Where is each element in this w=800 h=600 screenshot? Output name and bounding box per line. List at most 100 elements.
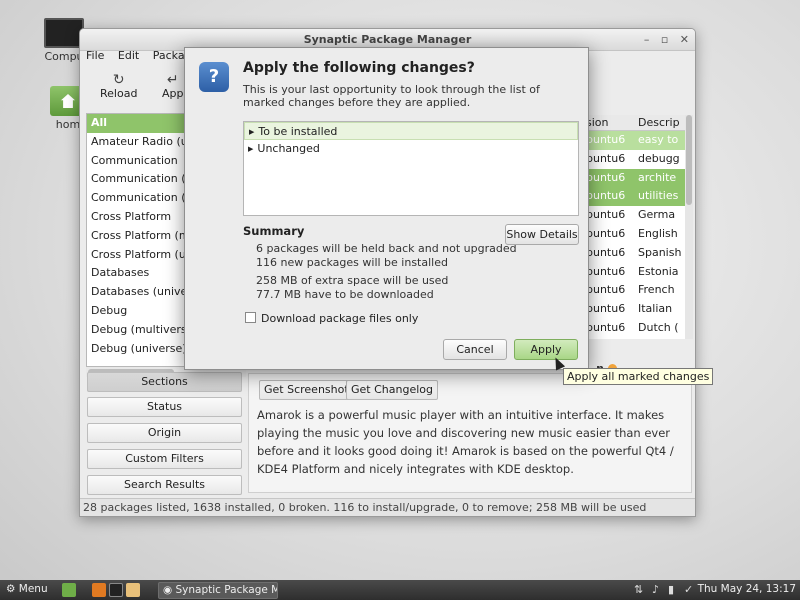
cell-version: buntu6 (586, 264, 626, 278)
changes-tree[interactable]: ▶ To be installed ▶ Unchanged (243, 121, 579, 216)
package-description: Amarok is a powerful music player with a… (257, 408, 674, 476)
computer-icon (44, 18, 84, 48)
menu-button[interactable]: ⚙ Menu (6, 583, 48, 595)
change-group-unchanged[interactable]: ▶ Unchanged (244, 140, 578, 158)
table-row[interactable]: buntu6 Italian (584, 300, 690, 319)
package-details: n Get Screenshot Get Changelog Amarok is… (248, 362, 692, 493)
apply-button[interactable]: Apply (514, 339, 578, 360)
minimize-icon[interactable]: – (644, 33, 650, 46)
cell-version: buntu6 (586, 302, 626, 316)
column-version[interactable]: sion (586, 116, 609, 129)
apply-toolbar-label: App (162, 87, 184, 100)
table-row[interactable]: buntu6 Spanish (584, 244, 690, 263)
get-changelog-button[interactable]: Get Changelog (346, 380, 438, 400)
summary-line: 77.7 MB have to be downloaded (256, 288, 434, 301)
cell-description: Italian (638, 302, 673, 316)
file-manager-icon[interactable] (126, 583, 140, 597)
download-only-checkbox[interactable]: Download package files only (245, 312, 418, 325)
filter-button[interactable]: Sections (87, 372, 242, 392)
package-list[interactable]: sion Descrip buntu6 easy to buntu6 debugg bu… (584, 115, 690, 339)
synaptic-icon: ◉ (163, 584, 173, 596)
scrollbar-thumb[interactable] (686, 115, 692, 205)
cell-version: buntu6 (586, 283, 626, 297)
volume-icon[interactable]: ♪ (652, 583, 659, 596)
change-group-to-be-installed[interactable]: ▶ To be installed (244, 122, 578, 140)
cell-description: Spanish (638, 245, 682, 259)
apply-tooltip: Apply all marked changes (563, 368, 714, 385)
table-row[interactable]: buntu6 utilities (584, 187, 690, 207)
checkbox-label: Download package files only (261, 312, 419, 325)
menu-file[interactable]: File (86, 49, 104, 62)
battery-icon[interactable]: ▮ (668, 583, 674, 596)
reload-label: Reload (100, 87, 138, 100)
table-row[interactable]: buntu6 easy to (584, 131, 690, 150)
apply-toolbar-button[interactable]: ↵ App (162, 73, 184, 100)
summary-line: 116 new packages will be installed (256, 256, 448, 269)
terminal-icon[interactable] (109, 583, 123, 597)
expand-triangle-icon[interactable]: ▶ (248, 145, 253, 153)
dialog-description: This is your last opportunity to look th… (243, 83, 540, 109)
summary-line: 258 MB of extra space will be used (256, 274, 449, 287)
maximize-icon[interactable]: ▫ (661, 33, 668, 46)
apply-changes-dialog: ? Apply the following changes? This is y… (184, 47, 589, 370)
menu-package[interactable]: Packa (153, 49, 185, 62)
cell-version: buntu6 (586, 320, 626, 334)
summary-line: 6 packages will be held back and not upg… (256, 242, 517, 255)
taskbar: ⚙ Menu ◉ Synaptic Package M... ⇅ ♪ ▮ ✓ T… (0, 580, 800, 600)
cell-version: buntu6 (586, 226, 626, 240)
table-row[interactable]: buntu6 French (584, 281, 690, 300)
shield-icon[interactable]: ✓ (684, 583, 693, 596)
cell-version: buntu6 (586, 245, 626, 259)
cell-version: buntu6 (586, 189, 626, 203)
package-list-scrollbar[interactable] (685, 115, 693, 339)
cell-description: easy to (638, 133, 679, 146)
window-controls: – ▫ ✕ (636, 29, 689, 51)
cell-description: debugg (638, 151, 680, 165)
cell-version: buntu6 (586, 133, 626, 146)
cell-version: buntu6 (586, 170, 626, 184)
table-row[interactable]: buntu6 archite (584, 168, 690, 188)
show-details-button[interactable]: Show Details (505, 224, 579, 245)
desktop-icon-computer[interactable]: Compu (44, 18, 84, 63)
package-list-header: sion Descrip (584, 115, 690, 131)
filter-button[interactable]: Status (87, 397, 242, 417)
taskbar-window-synaptic[interactable]: ◉ Synaptic Package M... (158, 582, 278, 599)
window-title: Synaptic Package Manager (303, 33, 472, 46)
reload-icon: ↻ (112, 72, 125, 88)
cancel-button[interactable]: Cancel (443, 339, 507, 360)
filter-button[interactable]: Search Results (87, 475, 242, 495)
firefox-icon[interactable] (92, 583, 106, 597)
reload-button[interactable]: ↻ Reload (100, 73, 137, 100)
column-description[interactable]: Descrip (638, 116, 680, 129)
checkbox-box[interactable] (245, 312, 256, 323)
filter-button[interactable]: Custom Filters (87, 449, 242, 469)
status-bar: 28 packages listed, 1638 installed, 0 br… (80, 498, 695, 516)
table-row[interactable]: buntu6 English (584, 225, 690, 244)
menu-edit[interactable]: Edit (118, 49, 139, 62)
dialog-title: Apply the following changes? (243, 60, 475, 76)
clock[interactable]: Thu May 24, 13:17 (698, 583, 796, 595)
cell-description: Dutch ( (638, 320, 679, 334)
filter-button[interactable]: Origin (87, 423, 242, 443)
cell-version: buntu6 (586, 151, 626, 165)
cell-description: French (638, 283, 675, 297)
cell-version: buntu6 (586, 208, 626, 222)
get-screenshot-button[interactable]: Get Screenshot (259, 380, 354, 400)
show-desktop-icon[interactable] (62, 583, 76, 597)
table-row[interactable]: buntu6 Germa (584, 206, 690, 225)
summary-heading: Summary (243, 224, 305, 238)
menubar: File Edit Packa (86, 49, 195, 62)
cell-description: English (638, 226, 678, 240)
desktop-icon-label: Compu (44, 50, 84, 63)
cell-description: Germa (638, 208, 676, 222)
close-icon[interactable]: ✕ (680, 33, 689, 46)
apply-icon: ↵ (166, 72, 179, 88)
table-row[interactable]: buntu6 Estonia (584, 263, 690, 282)
expand-triangle-icon[interactable]: ▶ (249, 128, 254, 136)
question-icon: ? (199, 62, 229, 92)
table-row[interactable]: buntu6 Dutch ( (584, 319, 690, 338)
network-icon[interactable]: ⇅ (634, 583, 643, 596)
table-row[interactable]: buntu6 debugg (584, 150, 690, 169)
cell-description: Estonia (638, 264, 679, 278)
mint-menu-icon: ⚙ (6, 583, 16, 595)
